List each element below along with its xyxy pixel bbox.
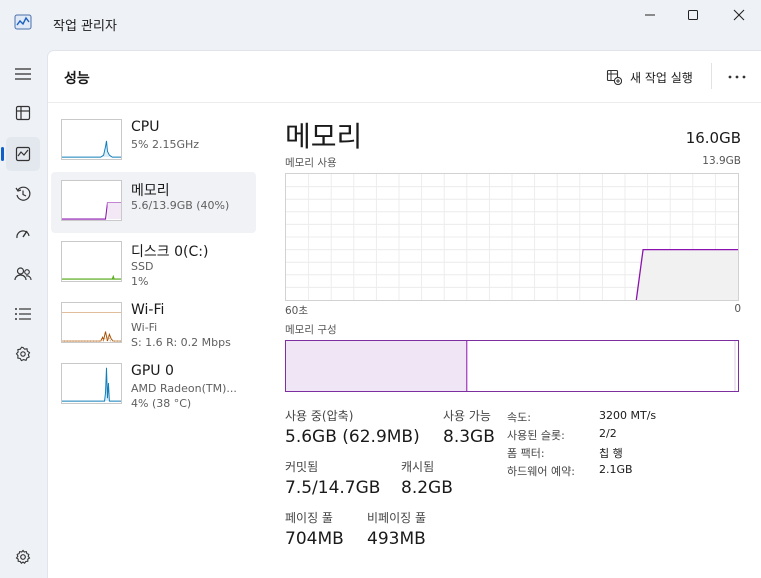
wifi-mini-graph [61, 302, 122, 343]
device-detail: SSD [131, 260, 154, 273]
startup-apps-icon [16, 230, 30, 239]
memory-usage-label: 메모리 사용 [285, 157, 337, 169]
device-wifi[interactable]: Wi-Fi Wi-Fi S: 1.6 R: 0.2 Mbps [51, 294, 256, 355]
performance-icon [15, 146, 31, 162]
device-detail: AMD Radeon(TM)... [131, 382, 237, 395]
app-history-icon [15, 186, 31, 201]
device-name: 메모리 [131, 183, 170, 199]
title-bar: 작업 관리자 [0, 0, 761, 48]
nav-users[interactable] [6, 257, 40, 291]
nonpaged-pool-label: 비페이징 풀 [367, 511, 427, 525]
run-new-task-button[interactable]: 새 작업 실행 [598, 63, 701, 91]
new-task-icon [606, 69, 622, 85]
services-icon [15, 346, 31, 362]
device-cpu[interactable]: CPU 5% 2.15GHz [51, 111, 256, 172]
committed-label: 커밋됨 [285, 460, 319, 474]
settings-icon [15, 549, 31, 564]
spec-reserved-label: 하드웨어 예약: [507, 465, 575, 478]
memory-usage-graph [285, 173, 739, 301]
close-button[interactable] [716, 0, 761, 30]
header-divider [711, 63, 712, 89]
users-icon [14, 267, 32, 281]
device-detail: 5% 2.15GHz [131, 138, 200, 151]
composition-standby-segment [734, 341, 737, 391]
nonpaged-pool-value: 493MB [367, 529, 426, 549]
device-memory[interactable]: 메모리 5.6/13.9GB (40%) [51, 172, 256, 233]
spec-form-factor-label: 폼 팩터: [507, 447, 545, 460]
cached-value: 8.2GB [401, 478, 453, 498]
in-use-label: 사용 중(압축) [285, 409, 354, 423]
memory-composition-label: 메모리 구성 [285, 324, 337, 336]
device-name: CPU [131, 119, 160, 135]
processes-icon [15, 105, 31, 121]
nav-services[interactable] [6, 337, 40, 371]
minimize-button[interactable] [627, 0, 673, 30]
cpu-mini-graph [61, 119, 122, 160]
spec-reserved-value: 2.1GB [599, 463, 633, 476]
composition-in-use-segment [286, 341, 467, 391]
paged-pool-value: 704MB [285, 529, 344, 549]
nav-app-history[interactable] [6, 177, 40, 211]
spec-speed-label: 속도: [507, 411, 531, 424]
device-name: 디스크 0(C:) [131, 244, 209, 260]
spec-speed-value: 3200 MT/s [599, 409, 657, 422]
device-gpu[interactable]: GPU 0 AMD Radeon(TM)... 4% (38 °C) [51, 355, 256, 416]
nav-details[interactable] [6, 297, 40, 331]
device-detail: S: 1.6 R: 0.2 Mbps [131, 336, 231, 349]
cached-label: 캐시됨 [401, 460, 435, 474]
available-label: 사용 가능 [443, 409, 491, 423]
hamburger-menu-button[interactable] [6, 57, 40, 91]
in-use-value: 5.6GB (62.9MB) [285, 427, 420, 447]
memory-usage-area [636, 249, 738, 300]
device-disk[interactable]: 디스크 0(C:) SSD 1% [51, 233, 256, 294]
minimize-icon [645, 14, 655, 16]
page-title: 성능 [64, 71, 90, 87]
spec-form-factor-value: 칩 행 [599, 447, 623, 460]
hamburger-icon [15, 68, 31, 80]
paged-pool-label: 페이징 풀 [285, 511, 333, 525]
page-header: 성능 새 작업 실행 [48, 51, 761, 103]
graph-axis-end: 0 [734, 303, 741, 315]
nav-performance[interactable] [1, 137, 40, 171]
disk-mini-graph [61, 241, 122, 282]
spec-slots-label: 사용된 슬롯: [507, 429, 565, 442]
available-value: 8.3GB [443, 427, 495, 447]
graph-axis-start: 60초 [285, 305, 309, 317]
maximize-icon [688, 10, 698, 20]
total-memory: 16.0GB [685, 129, 741, 147]
nav-settings[interactable] [6, 540, 40, 574]
device-name: GPU 0 [131, 363, 174, 379]
app-title: 작업 관리자 [53, 19, 117, 34]
main-panel: 성능 새 작업 실행 CPU 5% 2.15GHz 메모리 5.6/13.9GB… [47, 50, 761, 578]
run-new-task-label: 새 작업 실행 [630, 70, 693, 85]
gpu-mini-graph [61, 363, 122, 404]
memory-composition-bar [285, 340, 739, 392]
task-manager-app-icon [14, 14, 32, 30]
nav-rail [0, 48, 46, 578]
performance-device-list: CPU 5% 2.15GHz 메모리 5.6/13.9GB (40%) 디스크 … [51, 111, 256, 416]
device-detail: 1% [131, 275, 149, 288]
memory-usage-max: 13.9GB [702, 155, 741, 167]
details-icon [15, 308, 31, 320]
more-options-button[interactable] [722, 63, 752, 91]
spec-slots-value: 2/2 [599, 427, 617, 440]
nav-processes[interactable] [6, 96, 40, 130]
maximize-button[interactable] [670, 0, 716, 30]
device-detail: Wi-Fi [131, 321, 158, 334]
more-horizontal-icon [728, 75, 746, 79]
detail-title: 메모리 [285, 120, 363, 153]
nav-startup-apps[interactable] [6, 217, 40, 251]
device-name: Wi-Fi [131, 302, 165, 318]
committed-value: 7.5/14.7GB [285, 478, 381, 498]
memory-mini-graph [61, 180, 122, 221]
close-icon [733, 9, 745, 21]
device-detail: 4% (38 °C) [131, 397, 192, 410]
device-detail: 5.6/13.9GB (40%) [131, 199, 230, 212]
